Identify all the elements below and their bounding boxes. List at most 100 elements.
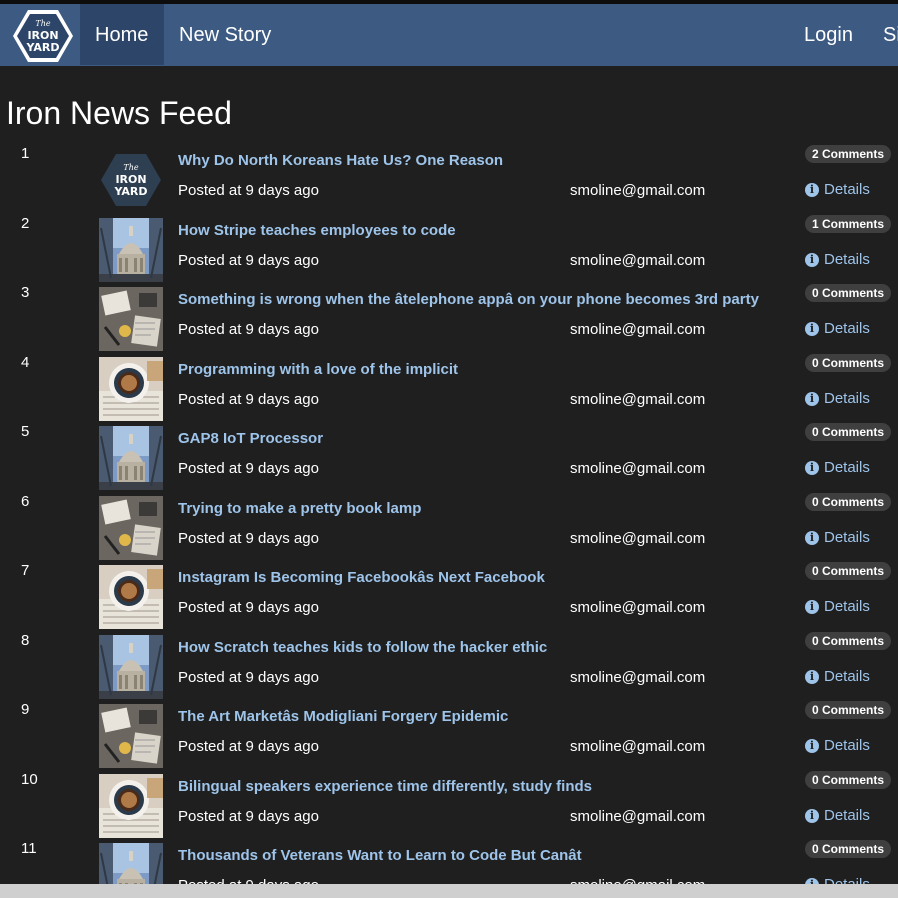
details-label: Details [824, 181, 870, 198]
details-label: Details [824, 250, 870, 268]
details-link[interactable]: iDetails [805, 807, 870, 824]
story-row: 7 Instagram Is Becoming Facebookâs Next F… [0, 557, 898, 629]
comments-badge[interactable]: 0 Comments [805, 840, 892, 858]
nav-new-story-link[interactable]: New Story [164, 4, 286, 65]
story-row: 9 The Art Marketâs Modigliani Forgery Epi… [0, 696, 898, 768]
story-thumbnail [99, 634, 163, 699]
story-posted-time: Posted at 9 days ago [178, 877, 319, 884]
details-link[interactable]: i Details [805, 529, 870, 546]
info-icon: i [805, 252, 819, 267]
iron-yard-logo[interactable]: The IRON YARD [12, 9, 74, 63]
nav-signup-link[interactable]: Si [868, 4, 898, 65]
story-title-link[interactable]: Something is wrong when the âtelephone a… [178, 291, 759, 308]
story-title-link[interactable]: The Art Marketâs Modigliani Forgery Epid… [178, 708, 508, 725]
details-link[interactable]: i Details [805, 459, 870, 476]
comments-badge[interactable]: 0 Comments [805, 770, 892, 789]
story-number: 3 [21, 284, 30, 301]
story-author: smoline@gmail.com [570, 877, 705, 884]
info-icon: i [805, 183, 819, 197]
story-thumbnail [99, 704, 163, 768]
comments-badge[interactable]: 2 Comments [805, 145, 892, 163]
story-posted-time: Posted at 9 days ago [178, 321, 319, 338]
details-link[interactable]: iDetails [805, 598, 870, 615]
story-thumbnail [99, 565, 163, 629]
details-label: Details [824, 667, 870, 685]
story-posted-time: Posted at 9 days ago [178, 668, 319, 686]
story-row: 1 The IRON YARD Why Do North Koreans Hate Us… [0, 140, 898, 212]
details-link[interactable]: iDetails [805, 737, 870, 754]
navbar: The IRON YARD Home New Story Login Si [0, 4, 898, 66]
details-label: Details [824, 320, 870, 337]
details-link[interactable]: i Details [805, 181, 870, 198]
story-thumbnail [99, 843, 163, 884]
comments-badge[interactable]: 1 Comments [805, 214, 892, 233]
story-posted-time: Posted at 9 days ago [178, 807, 319, 825]
info-icon: i [805, 808, 819, 823]
story-title-link[interactable]: How Scratch teaches kids to follow the h… [178, 639, 547, 656]
story-thumbnail [99, 426, 163, 490]
story-author: smoline@gmail.com [570, 321, 706, 338]
info-icon: i [805, 600, 819, 614]
svg-text:YARD: YARD [113, 185, 147, 198]
story-title-link[interactable]: Bilingual speakers experience time diffe… [178, 778, 592, 795]
story-posted-time: Posted at 9 days ago [178, 460, 319, 477]
story-title-link[interactable]: Thousands of Veterans Want to Learn to C… [178, 847, 582, 864]
story-author: smoline@gmail.com [570, 599, 706, 616]
info-icon: i [805, 322, 819, 336]
story-row: 2 How Stripe teaches employees to code Pos… [0, 210, 898, 282]
nav-login-link[interactable]: Login [789, 4, 868, 65]
comments-badge[interactable]: 0 Comments [805, 631, 892, 650]
story-posted-time: Posted at 9 days ago [178, 390, 319, 408]
story-row: 6 Trying to make a pretty book lamp Posted… [0, 488, 898, 560]
story-author: smoline@gmail.com [570, 251, 706, 269]
story-thumbnail [99, 495, 163, 560]
story-posted-time: Posted at 9 days ago [178, 599, 319, 616]
story-title-link[interactable]: Why Do North Koreans Hate Us? One Reason [178, 152, 503, 169]
story-number: 7 [21, 562, 30, 579]
story-number: 6 [21, 492, 30, 510]
comments-badge[interactable]: 0 Comments [805, 284, 892, 302]
details-label: Details [824, 876, 870, 884]
comments-badge[interactable]: 0 Comments [805, 562, 892, 580]
story-row: 4 Programming with a love of the implicit… [0, 349, 898, 421]
details-link[interactable]: i Details [805, 320, 870, 337]
story-title-link[interactable]: Trying to make a pretty book lamp [178, 500, 421, 517]
details-link[interactable]: i Details [805, 390, 870, 407]
story-title-link[interactable]: How Stripe teaches employees to code [178, 222, 456, 239]
info-icon: i [805, 461, 819, 475]
story-thumbnail [99, 356, 163, 421]
story-title-link[interactable]: GAP8 IoT Processor [178, 430, 323, 447]
comments-badge[interactable]: 0 Comments [805, 423, 892, 441]
story-row: 11 Thousands of Veterans Want to Learn to… [0, 835, 898, 884]
story-author: smoline@gmail.com [570, 807, 706, 825]
details-label: Details [824, 389, 870, 407]
story-posted-time: Posted at 9 days ago [178, 738, 319, 755]
nav-home-link[interactable]: Home [80, 4, 164, 65]
info-icon: i [805, 391, 819, 406]
story-title-link[interactable]: Programming with a love of the implicit [178, 361, 458, 378]
info-icon: i [805, 739, 819, 753]
comments-badge[interactable]: 0 Comments [805, 701, 892, 719]
comments-badge[interactable]: 0 Comments [805, 353, 892, 372]
details-link[interactable]: i Details [805, 251, 870, 268]
story-thumbnail: The IRON YARD [99, 148, 163, 212]
story-number: 8 [21, 631, 30, 649]
story-posted-time: Posted at 9 days ago [178, 182, 319, 199]
story-number: 2 [21, 214, 30, 232]
svg-text:The: The [123, 163, 138, 172]
comments-badge[interactable]: 0 Comments [805, 492, 892, 511]
story-thumbnail [99, 287, 163, 351]
details-link[interactable]: iDetails [805, 876, 870, 884]
story-author: smoline@gmail.com [570, 529, 706, 547]
details-label: Details [824, 459, 870, 476]
story-title-link[interactable]: Instagram Is Becoming Facebookâs Next Fa… [178, 569, 545, 586]
details-link[interactable]: iDetails [805, 668, 870, 685]
story-author: smoline@gmail.com [570, 668, 706, 686]
story-posted-time: Posted at 9 days ago [178, 251, 319, 269]
story-number: 9 [21, 701, 30, 718]
story-row: 5 GAP8 IoT Processor Posted at 9 days ago s… [0, 418, 898, 490]
info-icon: i [805, 530, 819, 545]
details-label: Details [824, 528, 870, 546]
story-author: smoline@gmail.com [570, 460, 706, 477]
story-number: 11 [21, 840, 37, 857]
